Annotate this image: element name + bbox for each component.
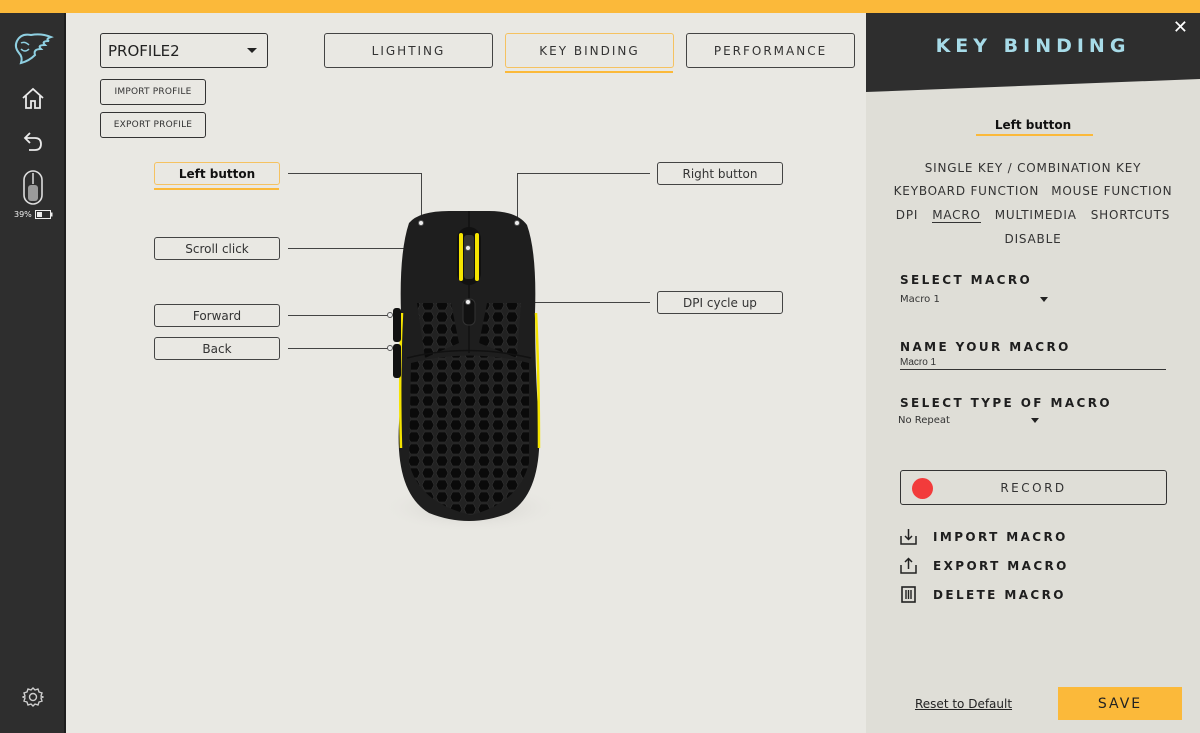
macro-name-input[interactable] [900,356,1166,370]
scroll-click-binding[interactable]: Scroll click [154,237,280,260]
macro-type-value: No Repeat [898,415,950,426]
dpi-marker [465,299,471,305]
macro-type-dropdown[interactable]: No Repeat [898,415,1043,426]
export-macro-button[interactable]: EXPORT MACRO [900,557,1069,574]
function-keyboard[interactable]: KEYBOARD FUNCTION [894,184,1040,198]
right-button-binding[interactable]: Right button [657,162,783,185]
delete-macro-label: DELETE MACRO [933,587,1066,602]
function-row-1: SINGLE KEY / COMBINATION KEY [866,161,1200,175]
connector-line [517,173,650,174]
delete-macro-button[interactable]: DELETE MACRO [900,586,1066,603]
left-button-marker [418,220,424,226]
sidebar: 39% [0,13,66,733]
close-icon[interactable]: ✕ [1173,17,1188,38]
select-macro-dropdown[interactable]: Macro 1 [900,294,1050,305]
forward-marker [387,312,393,318]
forward-binding[interactable]: Forward [154,304,280,327]
select-macro-label: SELECT MACRO [900,273,1033,287]
chevron-down-icon [1040,297,1048,302]
lion-logo-icon [0,27,66,69]
chevron-down-icon [247,48,257,53]
function-shortcuts[interactable]: SHORTCUTS [1091,208,1171,223]
function-mouse[interactable]: MOUSE FUNCTION [1051,184,1172,198]
function-macro[interactable]: MACRO [932,208,981,223]
panel-title: KEY BINDING [935,35,1131,57]
battery-percent: 39% [14,210,32,219]
scroll-click-marker [465,245,471,251]
tab-performance[interactable]: PERFORMANCE [686,33,855,68]
macro-type-label: SELECT TYPE OF MACRO [900,396,1112,410]
record-label: RECORD [1000,480,1067,495]
profile-select[interactable]: PROFILE2 [100,33,268,68]
import-macro-button[interactable]: IMPORT MACRO [900,528,1068,545]
record-icon [912,478,933,499]
import-profile-button[interactable]: IMPORT PROFILE [100,79,206,105]
function-multimedia[interactable]: MULTIMEDIA [995,208,1077,223]
right-button-marker [514,220,520,226]
left-button-underline [154,188,279,190]
back-binding[interactable]: Back [154,337,280,360]
tab-key-binding[interactable]: KEY BINDING [505,33,674,68]
export-profile-button[interactable]: EXPORT PROFILE [100,112,206,138]
key-binding-panel: KEY BINDING ✕ Left button SINGLE KEY / C… [866,13,1200,733]
import-icon [900,529,917,545]
trash-icon [901,586,916,603]
function-single-key[interactable]: SINGLE KEY / COMBINATION KEY [925,161,1141,175]
battery-icon [34,210,53,219]
battery-indicator: 39% [14,210,53,219]
export-icon [900,557,917,574]
export-macro-label: EXPORT MACRO [933,558,1069,573]
main-area: PROFILE2 IMPORT PROFILE EXPORT PROFILE L… [67,13,866,733]
import-macro-label: IMPORT MACRO [933,529,1068,544]
gear-icon[interactable] [0,683,66,711]
back-marker [387,345,393,351]
mouse-device-icon[interactable] [0,168,66,208]
connector-line [288,348,388,349]
function-row-3: DPI MACRO MULTIMEDIA SHORTCUTS [866,208,1200,223]
record-button[interactable]: RECORD [900,470,1167,505]
name-macro-label: NAME YOUR MACRO [900,340,1071,354]
connector-line [288,315,388,316]
function-disable[interactable]: DISABLE [1005,232,1062,246]
active-tab-underline [505,71,673,73]
reset-to-default-link[interactable]: Reset to Default [915,697,1012,711]
mouse-illustration [379,203,561,537]
profile-select-value: PROFILE2 [108,41,180,60]
left-button-binding[interactable]: Left button [154,162,280,185]
title-bar [0,0,1200,13]
selected-button-label: Left button [994,118,1072,132]
selected-button-underline [976,134,1093,136]
function-row-4: DISABLE [866,232,1200,246]
save-button[interactable]: SAVE [1058,687,1182,720]
select-macro-value: Macro 1 [900,294,940,305]
home-icon[interactable] [0,83,66,113]
function-dpi[interactable]: DPI [896,208,918,223]
function-row-2: KEYBOARD FUNCTION MOUSE FUNCTION [866,184,1200,198]
back-arrow-icon[interactable] [0,126,66,156]
dpi-cycle-up-binding[interactable]: DPI cycle up [657,291,783,314]
tab-lighting[interactable]: LIGHTING [324,33,493,68]
connector-line [288,173,421,174]
chevron-down-icon [1031,418,1039,423]
